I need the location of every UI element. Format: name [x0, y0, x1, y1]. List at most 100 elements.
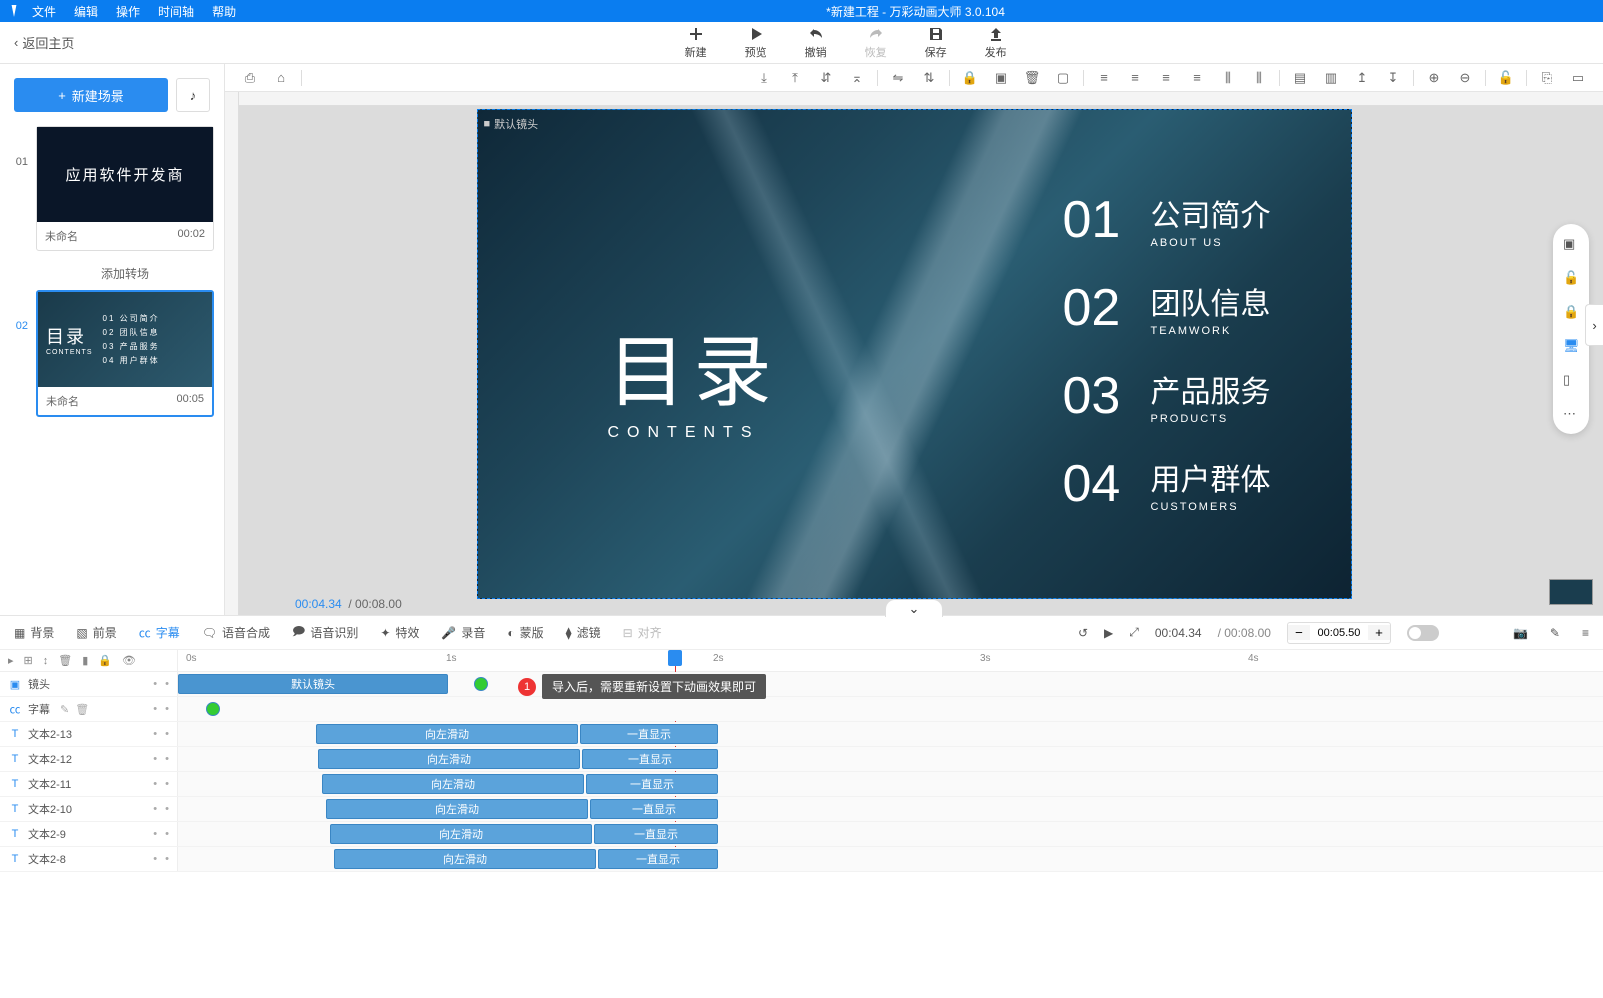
zoom-out-icon[interactable]: ⊖: [1450, 66, 1480, 90]
music-button[interactable]: ♪: [176, 78, 210, 112]
row-body[interactable]: 向左滑动一直显示: [178, 822, 1603, 846]
tool-preview[interactable]: 预览: [745, 26, 767, 60]
stay-clip[interactable]: 一直显示: [582, 749, 718, 769]
play-icon[interactable]: ▶: [1104, 626, 1113, 640]
menu-file[interactable]: 文件: [32, 3, 56, 20]
align-center-icon[interactable]: ≡: [1120, 66, 1150, 90]
add-transition-button[interactable]: 添加转场: [36, 257, 214, 290]
trash-icon[interactable]: 🗑: [1017, 66, 1047, 90]
snap-toggle[interactable]: [1407, 625, 1439, 641]
fullscreen-icon[interactable]: ⤢: [1129, 625, 1139, 640]
stage[interactable]: ■默认镜头 目录 CONTENTS 01公司简介ABOUT US 02团队信息T…: [477, 109, 1352, 599]
folder-icon[interactable]: ⊞: [24, 654, 33, 667]
tab-record[interactable]: 🎤录音: [441, 624, 485, 641]
align-justify-icon[interactable]: ≡: [1182, 66, 1212, 90]
menu-help[interactable]: 帮助: [212, 3, 236, 20]
stay-clip[interactable]: 一直显示: [586, 774, 718, 794]
collapse-icon[interactable]: ▸: [8, 654, 14, 667]
tool-publish[interactable]: 发布: [985, 26, 1007, 60]
menu-edit[interactable]: 编辑: [74, 3, 98, 20]
canvas-area[interactable]: ■默认镜头 目录 CONTENTS 01公司简介ABOUT US 02团队信息T…: [225, 92, 1603, 615]
stay-clip[interactable]: 一直显示: [590, 799, 718, 819]
edit-icon[interactable]: ✎: [1550, 626, 1560, 640]
align-right-icon[interactable]: ≡: [1151, 66, 1181, 90]
flip-h-icon[interactable]: ⇋: [883, 66, 913, 90]
keyframe-icon[interactable]: [206, 702, 220, 716]
stay-clip[interactable]: 一直显示: [580, 724, 718, 744]
lock-icon[interactable]: 🔒: [98, 654, 112, 667]
tab-background[interactable]: ▦背景: [14, 624, 54, 641]
zoom-value-input[interactable]: [1310, 627, 1368, 639]
screenshot-icon[interactable]: 📷: [1513, 626, 1528, 640]
distribute-v-icon[interactable]: ⫼: [1244, 66, 1274, 90]
collapse-panel-button[interactable]: ⌄: [885, 599, 943, 617]
locked-icon[interactable]: 🔒: [1563, 304, 1579, 320]
tool-new[interactable]: 新建: [685, 26, 707, 60]
anim-clip[interactable]: 向左滑动: [322, 774, 584, 794]
new-scene-button[interactable]: +新建场景: [14, 78, 168, 112]
layer-front-icon[interactable]: ▤: [1285, 66, 1315, 90]
trash-icon[interactable]: 🗑: [75, 703, 89, 716]
row-body[interactable]: 向左滑动一直显示: [178, 747, 1603, 771]
row-body[interactable]: [178, 697, 1603, 721]
tool-undo[interactable]: 撤销: [805, 26, 827, 60]
zoom-plus-button[interactable]: +: [1368, 625, 1390, 640]
anim-clip[interactable]: 向左滑动: [330, 824, 592, 844]
tool-save[interactable]: 保存: [925, 26, 947, 60]
keyframe-icon[interactable]: [474, 677, 488, 691]
align-left-icon[interactable]: ≡: [1089, 66, 1119, 90]
desktop-view-icon[interactable]: 🖥: [1563, 338, 1579, 354]
lock-icon[interactable]: 🔒: [955, 66, 985, 90]
row-body[interactable]: 向左滑动一直显示: [178, 772, 1603, 796]
trash-icon[interactable]: 🗑: [58, 654, 72, 667]
marker-icon[interactable]: ▮: [82, 654, 88, 667]
layer-up-icon[interactable]: ↥: [1347, 66, 1377, 90]
row-body[interactable]: 默认镜头 1 导入后，需要重新设置下动画效果即可: [178, 672, 1603, 696]
row-body[interactable]: 向左滑动一直显示: [178, 847, 1603, 871]
tab-mask[interactable]: ◐蒙版: [507, 624, 543, 641]
menu-action[interactable]: 操作: [116, 3, 140, 20]
stay-clip[interactable]: 一直显示: [598, 849, 718, 869]
tab-filter[interactable]: ⧫滤镜: [566, 624, 601, 641]
unlocked-icon[interactable]: 🔓: [1563, 270, 1579, 286]
tool-export-icon[interactable]: ⎙: [235, 66, 265, 90]
row-body[interactable]: 向左滑动一直显示: [178, 722, 1603, 746]
back-home-button[interactable]: ‹ 返回主页: [0, 33, 88, 52]
playhead[interactable]: [668, 650, 682, 666]
align-vcenter-icon[interactable]: ⇵: [811, 66, 841, 90]
align-baseline-icon[interactable]: ⌅: [842, 66, 872, 90]
paste-icon[interactable]: ▭: [1563, 66, 1593, 90]
layer-back-icon[interactable]: ▥: [1316, 66, 1346, 90]
align-top-icon[interactable]: ⤒: [780, 66, 810, 90]
copy-icon[interactable]: ⎘: [1532, 66, 1562, 90]
jump-start-icon[interactable]: ↺: [1078, 626, 1088, 640]
tab-asr[interactable]: 🗩语音识别: [292, 622, 358, 643]
scene-item-1[interactable]: 01 应用软件开发商 未命名00:02: [10, 126, 214, 251]
flip-v-icon[interactable]: ⇅: [914, 66, 944, 90]
edit-icon[interactable]: ✎: [60, 703, 69, 716]
unlock-icon[interactable]: 🔓: [1491, 66, 1521, 90]
zoom-minus-button[interactable]: −: [1288, 625, 1310, 640]
scene-item-2[interactable]: 02 目录CONTENTS 01 公司简介02 团队信息03 产品服务04 用户…: [10, 290, 214, 417]
anim-clip[interactable]: 向左滑动: [326, 799, 588, 819]
tab-subtitle[interactable]: ㏄字幕: [139, 624, 180, 641]
more-icon[interactable]: ⋯: [1563, 406, 1579, 422]
zoom-in-icon[interactable]: ⊕: [1419, 66, 1449, 90]
camera-clip[interactable]: 默认镜头: [178, 674, 448, 694]
eye-icon[interactable]: 👁: [122, 654, 136, 667]
sort-icon[interactable]: ↕: [43, 655, 49, 667]
group-icon[interactable]: ▣: [986, 66, 1016, 90]
settings-icon[interactable]: ≡: [1582, 626, 1589, 640]
align-bottom-icon[interactable]: ⤓: [749, 66, 779, 90]
fit-screen-icon[interactable]: ▣: [1563, 236, 1579, 252]
mini-preview[interactable]: [1549, 579, 1593, 605]
distribute-h-icon[interactable]: ⫼: [1213, 66, 1243, 90]
anim-clip[interactable]: 向左滑动: [316, 724, 578, 744]
row-body[interactable]: 向左滑动一直显示: [178, 797, 1603, 821]
stay-clip[interactable]: 一直显示: [594, 824, 718, 844]
anim-clip[interactable]: 向左滑动: [318, 749, 580, 769]
timeline-ruler[interactable]: 0s 1s 2s 3s 4s: [178, 650, 1603, 671]
tab-tts[interactable]: 🗨语音合成: [202, 624, 270, 641]
tab-effect[interactable]: ✦特效: [380, 624, 419, 641]
mobile-view-icon[interactable]: ▯: [1563, 372, 1579, 388]
